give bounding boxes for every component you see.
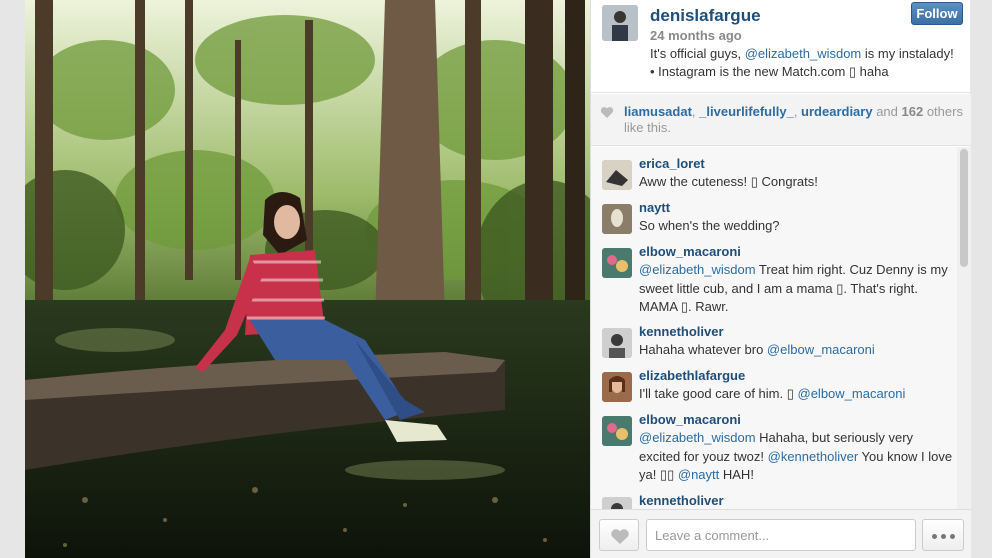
caption-text: It's official guys, — [650, 46, 745, 61]
comment-text: I'll take good care of him. ▯ @elbow_mac… — [639, 385, 954, 404]
comment-mention-link[interactable]: @kennetholiver — [768, 449, 859, 464]
post-timestamp: 24 months ago — [650, 28, 742, 43]
likes-separator: , — [793, 104, 802, 119]
comment-footer — [591, 509, 971, 558]
likes-count[interactable]: 162 — [902, 104, 924, 119]
commenter-avatar[interactable] — [602, 204, 632, 234]
comment-username[interactable]: kennetholiver — [639, 324, 724, 339]
more-dots-icon — [932, 534, 937, 539]
post-header: denislafargue Follow 24 months ago It's … — [591, 0, 971, 93]
comment-mention-link[interactable]: @elizabeth_wisdom — [639, 262, 756, 277]
likes-summary: liamusadat, _liveurlifefully_, urdeardia… — [591, 94, 971, 146]
comment-username[interactable]: erica_loret — [639, 156, 705, 171]
more-dots-icon — [950, 534, 955, 539]
comment-text: @elizabeth_wisdom Hahaha, but seriously … — [639, 429, 954, 485]
comment-username[interactable]: elizabethlafargue — [639, 368, 745, 383]
post-caption: It's official guys, @elizabeth_wisdom is… — [650, 45, 960, 81]
commenter-avatar[interactable] — [602, 372, 632, 402]
comment-username[interactable]: elbow_macaroni — [639, 412, 741, 427]
more-dots-icon — [941, 534, 946, 539]
comment-input[interactable] — [646, 519, 916, 551]
heart-icon — [611, 529, 629, 544]
forest-photo-image — [25, 0, 590, 558]
like-button[interactable] — [599, 519, 639, 551]
more-options-button[interactable] — [922, 519, 964, 551]
comment-text: So when's the wedding? — [639, 218, 780, 233]
commenter-avatar[interactable] — [602, 497, 632, 509]
owner-username[interactable]: denislafargue — [650, 6, 761, 26]
comments-list[interactable]: erica_loret Aww the cuteness! ▯ Congrats… — [591, 147, 971, 509]
heart-icon — [600, 107, 614, 118]
commenter-avatar[interactable] — [602, 248, 632, 278]
scrollbar-thumb[interactable] — [960, 149, 968, 267]
comment-mention-link[interactable]: @elbow_macaroni — [767, 342, 875, 357]
like-user-link[interactable]: _liveurlifefully_ — [699, 104, 794, 119]
like-user-link[interactable]: liamusadat — [624, 104, 692, 119]
post-photo — [25, 0, 590, 558]
comment-body: I'll take good care of him. ▯ — [639, 386, 798, 401]
owner-avatar[interactable] — [602, 5, 638, 41]
comment-text: Hahaha whatever bro @elbow_macaroni — [639, 341, 954, 360]
comment-text: Aww the cuteness! ▯ Congrats! — [639, 174, 818, 189]
comment-body: HAH! — [719, 467, 754, 482]
comment-mention-link[interactable]: @naytt — [678, 467, 719, 482]
comment-mention-link[interactable]: @elbow_macaroni — [798, 386, 906, 401]
commenter-avatar[interactable] — [602, 160, 632, 190]
commenter-avatar[interactable] — [602, 416, 632, 446]
commenter-avatar[interactable] — [602, 328, 632, 358]
like-user-link[interactable]: urdeardiary — [801, 104, 873, 119]
caption-mention-link[interactable]: @elizabeth_wisdom — [745, 46, 862, 61]
likes-and-text: and — [872, 104, 902, 119]
comment-text: @elizabeth_wisdom Treat him right. Cuz D… — [639, 261, 954, 317]
comment-username[interactable]: naytt — [639, 200, 670, 215]
comment-mention-link[interactable]: @elizabeth_wisdom — [639, 430, 756, 445]
follow-button[interactable]: Follow — [911, 2, 963, 25]
comment-username[interactable]: elbow_macaroni — [639, 244, 741, 259]
post-details-panel: denislafargue Follow 24 months ago It's … — [590, 0, 971, 558]
likes-text: liamusadat, _liveurlifefully_, urdeardia… — [624, 104, 964, 136]
comment-username[interactable]: kennetholiver — [639, 493, 724, 508]
comments-scrollbar[interactable] — [957, 147, 971, 509]
comment-body: Hahaha whatever bro — [639, 342, 767, 357]
